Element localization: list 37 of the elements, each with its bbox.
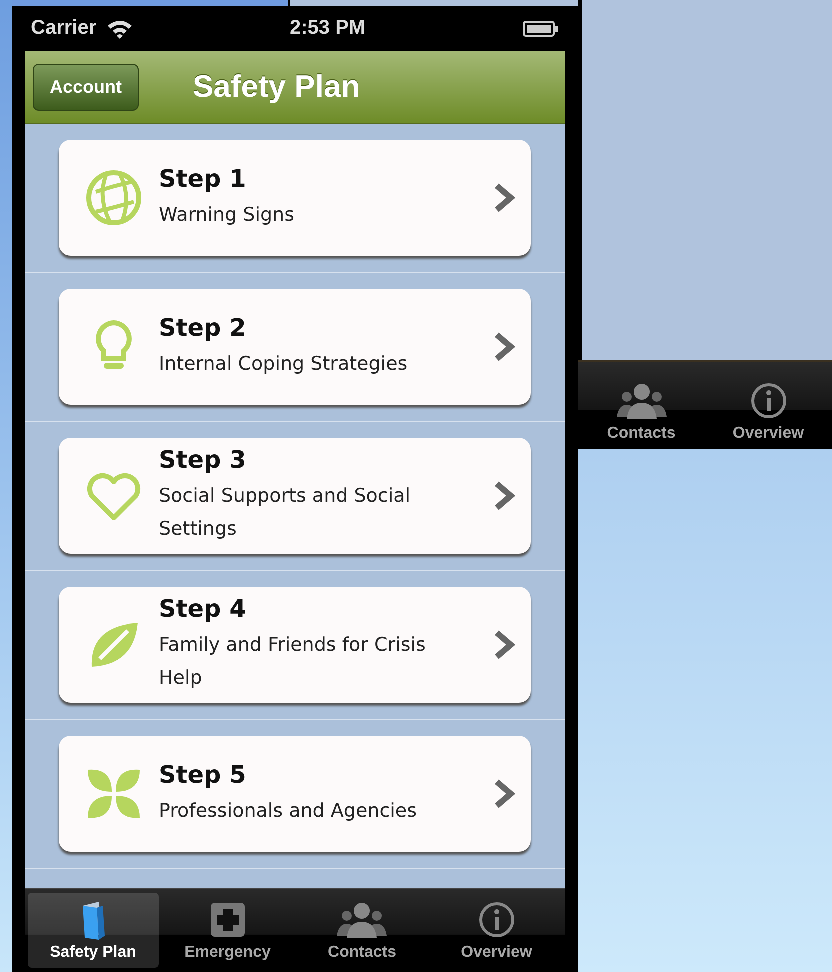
info-icon — [748, 381, 788, 421]
step-subtitle: Professionals and Agencies — [159, 798, 418, 824]
step-title: Step 2 — [159, 314, 248, 342]
step-card[interactable]: Step 2 Internal Coping Strategies — [59, 289, 531, 405]
wifi-icon — [106, 18, 133, 38]
globe-icon — [84, 168, 144, 228]
chevron-icon — [493, 480, 517, 512]
people-icon — [335, 900, 390, 940]
step-card[interactable]: Step 3 Social Supports and Social Settings — [59, 438, 531, 554]
nav-title: Safety Plan — [193, 69, 360, 105]
step-subtitle: Social Supports and Social Settings — [159, 484, 412, 542]
tab[interactable]: Safety Plan — [28, 893, 158, 968]
step-subtitle: Warning Signs — [159, 202, 296, 228]
battery-icon — [522, 20, 559, 38]
step-subtitle: Internal Coping Strategies — [159, 352, 409, 376]
chevron-icon — [493, 778, 517, 810]
carrier-label: Carrier — [31, 17, 97, 40]
step-card[interactable]: Step 4 Family and Friends for Crisis Help — [59, 587, 531, 703]
step-subtitle: Family and Friends for Crisis Help — [159, 633, 427, 691]
step-title: Step 4 — [159, 595, 248, 623]
chevron-icon — [493, 629, 517, 661]
tab[interactable]: Overview — [705, 362, 832, 449]
step-card[interactable]: Step 5 Professionals and Agencies — [59, 736, 531, 852]
people-icon — [614, 381, 668, 421]
tab[interactable]: Emergency — [162, 893, 293, 968]
time-label: 2:53 PM — [290, 17, 366, 40]
step-title: Step 1 — [159, 164, 248, 192]
tab[interactable]: Contacts — [578, 362, 705, 449]
chevron-icon — [493, 182, 517, 214]
chevron-icon — [493, 331, 517, 363]
account-button[interactable]: Account — [33, 64, 139, 110]
info-icon — [476, 900, 517, 940]
step-card[interactable]: Step 1 Warning Signs — [59, 140, 531, 256]
tab[interactable]: Contacts — [297, 893, 428, 968]
step-title: Step 3 — [159, 446, 248, 474]
step-title: Step 5 — [159, 760, 248, 788]
tab[interactable]: Overview — [432, 893, 562, 968]
